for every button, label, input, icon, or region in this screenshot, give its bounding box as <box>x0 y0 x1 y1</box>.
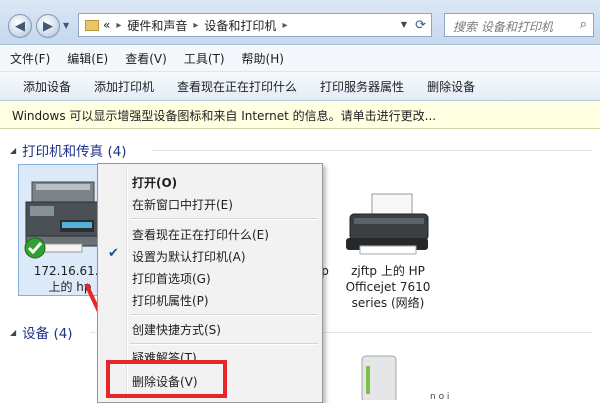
refresh-icon[interactable]: ⟳ <box>415 18 426 33</box>
see-whats-printing-button[interactable]: 查看现在正在打印什么 <box>154 78 297 95</box>
devices-group-title: 设备 (4) <box>22 326 73 342</box>
breadcrumb-separator-icon[interactable]: ▸ <box>116 20 121 31</box>
menu-separator <box>130 314 318 316</box>
menu-item-create-shortcut[interactable]: 创建快捷方式(S) <box>132 321 221 338</box>
external-drive-icon[interactable] <box>356 352 404 400</box>
devices-group-header[interactable]: ◢ 设备 (4) <box>10 322 73 342</box>
collapse-triangle-icon[interactable]: ◢ <box>10 146 16 155</box>
group-divider <box>152 150 592 151</box>
menu-separator <box>130 218 318 220</box>
bottom-device-label: n o i <box>430 392 450 402</box>
checkmark-icon: ✔ <box>108 246 119 261</box>
printers-group-title: 打印机和传真 (4) <box>22 144 127 160</box>
menu-separator <box>130 343 318 345</box>
menu-bar: 文件(F) 编辑(E) 查看(V) 工具(T) 帮助(H) <box>0 45 600 72</box>
history-dropdown-icon[interactable]: ▼ <box>63 21 69 30</box>
print-server-properties-button[interactable]: 打印服务器属性 <box>297 78 404 95</box>
address-bar: ◀ ▶ ▼ « ▸ 硬件和声音 ▸ 设备和打印机 ▸ ▼ ⟳ 搜索 设备和打印机… <box>0 0 600 45</box>
breadcrumb-hardware-sound[interactable]: 硬件和声音 <box>127 17 187 34</box>
search-placeholder: 搜索 设备和打印机 <box>453 20 553 34</box>
printer-label-line: series (网络) <box>351 296 425 310</box>
printer-label-line: Officejet 7610 <box>345 280 431 294</box>
menu-file[interactable]: 文件(F) <box>0 50 57 67</box>
menu-item-open-new-window[interactable]: 在新窗口中打开(E) <box>132 196 233 213</box>
menu-edit[interactable]: 编辑(E) <box>57 50 115 67</box>
menu-item-see-printing[interactable]: 查看现在正在打印什么(E) <box>132 226 269 243</box>
menu-item-printer-properties[interactable]: 打印机属性(P) <box>132 292 209 309</box>
address-dropdown-icon[interactable]: ▼ <box>401 20 407 29</box>
remove-device-button[interactable]: 删除设备 <box>404 78 475 95</box>
default-check-icon <box>24 237 46 259</box>
menu-tools[interactable]: 工具(T) <box>174 50 232 67</box>
add-printer-button[interactable]: 添加打印机 <box>71 78 154 95</box>
breadcrumb[interactable]: « ▸ 硬件和声音 ▸ 设备和打印机 ▸ ▼ ⟳ <box>78 13 432 37</box>
menu-view[interactable]: 查看(V) <box>115 50 174 67</box>
back-arrow-icon: ◀ <box>15 18 25 34</box>
add-device-button[interactable]: 添加设备 <box>0 78 71 95</box>
search-icon[interactable]: ⌕ <box>580 17 587 32</box>
forward-arrow-icon: ▶ <box>43 18 53 34</box>
zjftp-printer-label: zjftp 上的 HP Officejet 7610 series (网络) <box>338 263 438 311</box>
menu-help[interactable]: 帮助(H) <box>232 50 291 67</box>
collapse-triangle-icon[interactable]: ◢ <box>10 328 16 337</box>
highlight-box <box>106 360 227 398</box>
search-input[interactable]: 搜索 设备和打印机 ⌕ <box>444 13 594 37</box>
breadcrumb-devices-printers[interactable]: 设备和打印机 <box>204 17 276 34</box>
forward-button[interactable]: ▶ <box>36 14 60 38</box>
group-divider <box>323 332 592 333</box>
command-bar: 添加设备 添加打印机 查看现在正在打印什么 打印服务器属性 删除设备 <box>0 72 600 101</box>
printers-group-header[interactable]: ◢ 打印机和传真 (4) <box>10 140 127 160</box>
info-bar[interactable]: Windows 可以显示增强型设备图标和来自 Internet 的信息。请单击进… <box>0 101 600 129</box>
breadcrumb-overflow[interactable]: « <box>103 18 110 32</box>
menu-item-set-default[interactable]: 设置为默认打印机(A) <box>132 248 246 265</box>
back-button[interactable]: ◀ <box>8 14 32 38</box>
folder-icon <box>85 19 99 31</box>
inkjet-printer-icon[interactable] <box>342 190 432 260</box>
menu-item-open[interactable]: 打开(O) <box>132 174 177 191</box>
breadcrumb-separator-icon[interactable]: ▸ <box>282 20 287 31</box>
menu-item-printing-preferences[interactable]: 打印首选项(G) <box>132 270 211 287</box>
printer-label-line: zjftp 上的 HP <box>351 264 425 278</box>
breadcrumb-separator-icon[interactable]: ▸ <box>193 20 198 31</box>
